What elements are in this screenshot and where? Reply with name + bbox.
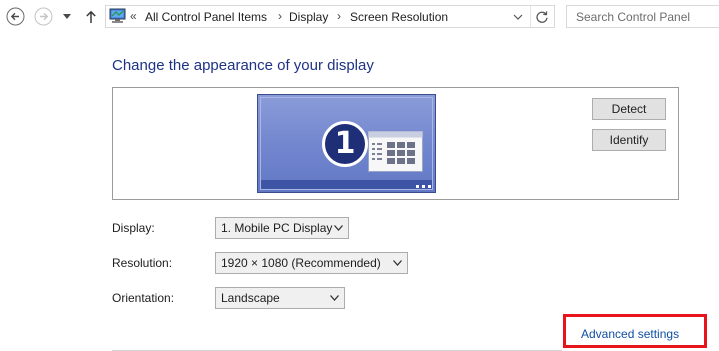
recent-locations-button[interactable]	[61, 7, 73, 26]
display-select-value: 1. Mobile PC Display	[221, 221, 333, 235]
chevron-down-icon	[63, 14, 71, 19]
orientation-select-value: Landscape	[221, 291, 280, 305]
advanced-settings-link[interactable]: Advanced settings	[581, 327, 679, 341]
forward-arrow-icon	[34, 7, 53, 26]
window-grid-icon	[368, 131, 423, 172]
orientation-label: Orientation:	[112, 291, 175, 305]
breadcrumb-display[interactable]: Display	[289, 10, 328, 24]
display-select[interactable]: 1. Mobile PC Display	[215, 217, 349, 239]
breadcrumb-separator-icon[interactable]: ›	[278, 9, 282, 23]
breadcrumb-overflow-icon[interactable]: «	[130, 9, 137, 23]
forward-button[interactable]	[34, 7, 53, 26]
back-arrow-icon	[6, 7, 25, 26]
resolution-select[interactable]: 1920 × 1080 (Recommended)	[215, 252, 408, 274]
detect-button[interactable]: Detect	[592, 98, 666, 120]
address-divider	[530, 6, 531, 27]
monitor-dots-icon	[416, 185, 431, 188]
breadcrumb-all-control-panel-items[interactable]: All Control Panel Items	[145, 10, 267, 24]
address-bar[interactable]: « All Control Panel Items › Display › Sc…	[105, 5, 555, 28]
navigation-bar: « All Control Panel Items › Display › Sc…	[0, 0, 719, 35]
resolution-select-value: 1920 × 1080 (Recommended)	[221, 256, 381, 270]
monitor-number-badge: 1	[322, 121, 368, 167]
up-arrow-icon	[86, 10, 96, 23]
up-button[interactable]	[83, 7, 99, 26]
breadcrumb-screen-resolution[interactable]: Screen Resolution	[350, 10, 448, 24]
identify-button[interactable]: Identify	[592, 129, 666, 151]
chevron-down-icon	[393, 260, 402, 266]
refresh-icon[interactable]	[535, 10, 549, 24]
display-arrangement-panel: 1 Detect Identify	[112, 87, 679, 200]
chevron-down-icon	[330, 295, 339, 301]
screen-resolution-window: « All Control Panel Items › Display › Sc…	[0, 0, 719, 351]
back-button[interactable]	[6, 7, 25, 26]
breadcrumb-separator-icon[interactable]: ›	[337, 9, 341, 23]
chevron-down-icon	[334, 225, 343, 231]
page-title: Change the appearance of your display	[112, 57, 374, 74]
monitor-1-preview[interactable]: 1	[257, 94, 436, 193]
search-placeholder: Search Control Panel	[576, 10, 691, 24]
monitor-taskbar	[261, 180, 432, 189]
orientation-select[interactable]: Landscape	[215, 287, 345, 309]
search-box[interactable]: Search Control Panel	[566, 5, 719, 28]
control-panel-icon	[109, 8, 126, 23]
address-history-chevron-icon[interactable]	[512, 11, 524, 23]
resolution-label: Resolution:	[112, 256, 173, 270]
display-label: Display:	[112, 221, 155, 235]
